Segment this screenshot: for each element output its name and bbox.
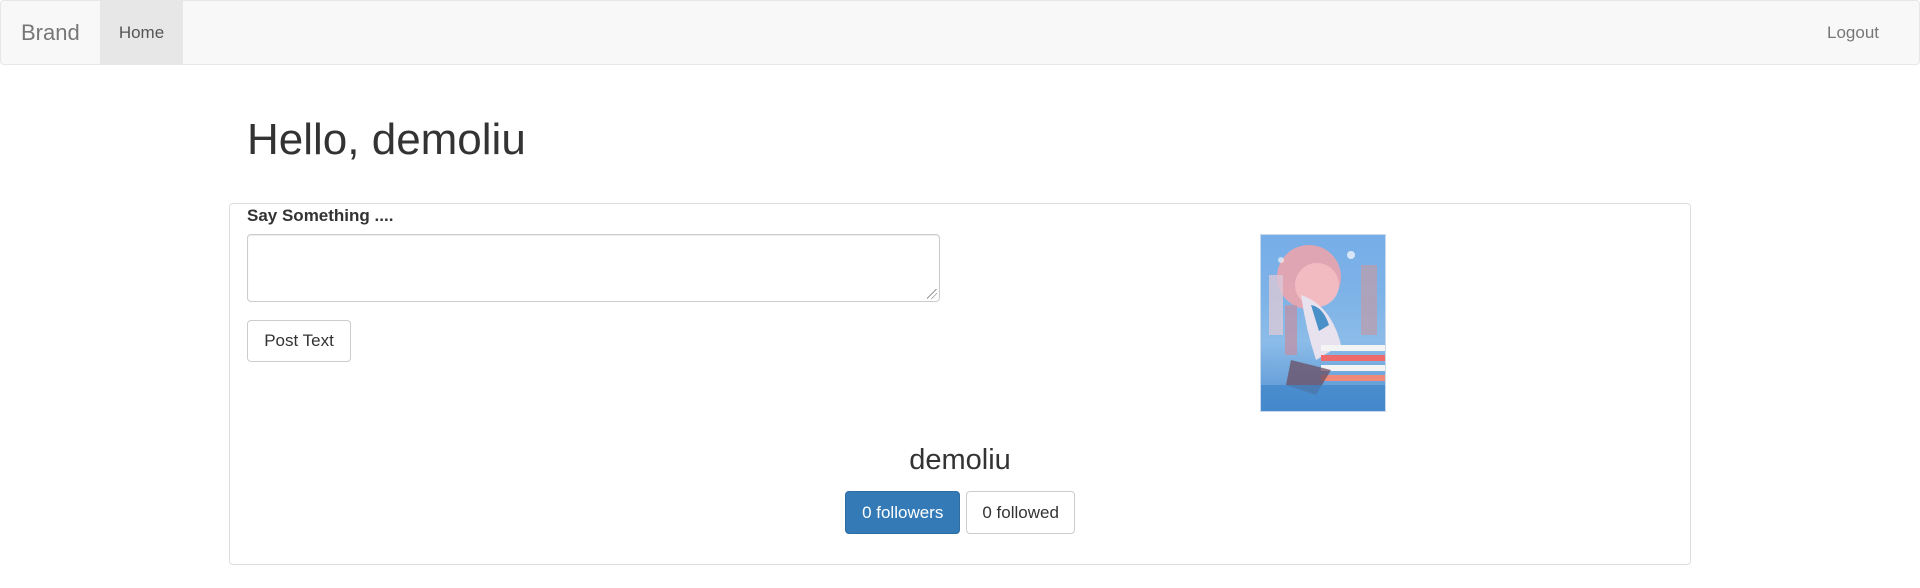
brand-link[interactable]: Brand (21, 1, 80, 64)
follow-buttons: 0 followers 0 followed (230, 491, 1690, 534)
logout-link[interactable]: Logout (1827, 1, 1879, 64)
followed-button[interactable]: 0 followed (966, 491, 1075, 534)
avatar (1260, 234, 1386, 412)
nav-home-link[interactable]: Home (100, 1, 183, 64)
post-panel: Say Something .... Post Text demoliu 0 f… (229, 203, 1691, 565)
resize-handle-icon[interactable] (927, 289, 937, 299)
post-textarea[interactable] (247, 234, 940, 302)
navbar: Brand Home Logout (0, 0, 1920, 65)
page-title: Hello, demoliu (247, 115, 526, 164)
followers-button[interactable]: 0 followers (845, 491, 961, 534)
profile-username: demoliu (909, 444, 1011, 476)
post-label: Say Something .... (247, 206, 394, 225)
post-text-button[interactable]: Post Text (247, 320, 351, 362)
anime-illustration-avatar-icon (1261, 235, 1385, 411)
